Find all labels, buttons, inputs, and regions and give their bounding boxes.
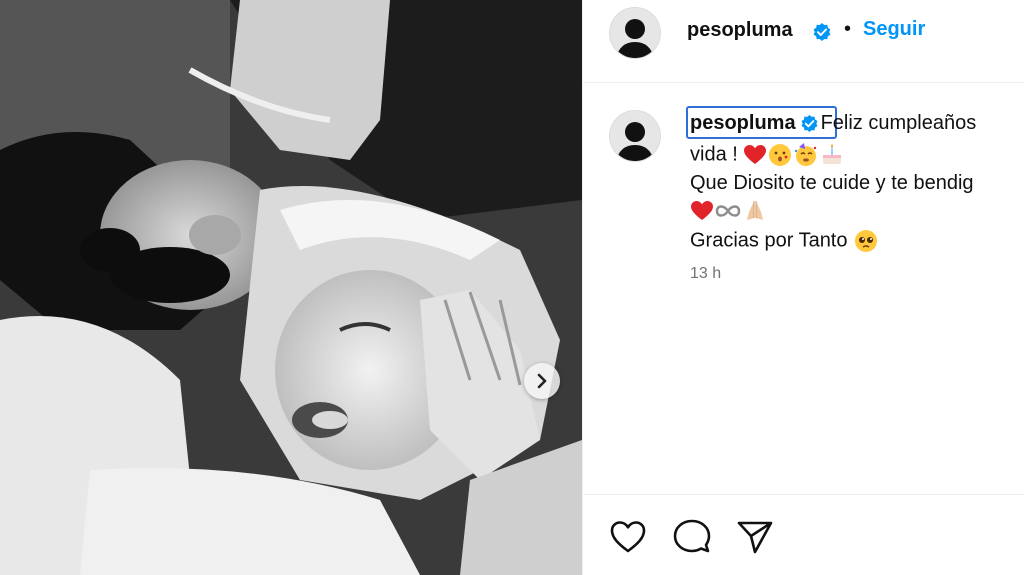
- folded-hands-icon: [747, 201, 763, 220]
- like-button[interactable]: [609, 518, 647, 556]
- avatar-silhouette-icon: [610, 8, 660, 58]
- birthday-cake-icon: [823, 144, 842, 164]
- post-details-panel: pesopluma • Seguir pesopluma Feliz cumpl…: [582, 0, 1024, 575]
- comment-bubble-icon: [673, 519, 711, 553]
- caption-text-2: vida !: [690, 143, 738, 166]
- post-image[interactable]: [0, 0, 582, 575]
- share-button[interactable]: [736, 518, 774, 556]
- verified-badge-icon: [801, 115, 818, 133]
- caption-text-5: Gracias por Tanto: [690, 229, 848, 252]
- author-avatar[interactable]: [609, 7, 661, 59]
- partying-face-icon: [795, 143, 817, 166]
- chevron-right-icon: [537, 373, 547, 389]
- post-header: pesopluma • Seguir: [583, 0, 1024, 83]
- caption-avatar[interactable]: [609, 110, 661, 162]
- author-username[interactable]: pesopluma: [687, 19, 793, 42]
- post-timestamp[interactable]: 13 h: [690, 265, 721, 283]
- infinity-icon: [715, 205, 741, 217]
- paper-plane-icon: [737, 521, 773, 554]
- photo-grayscale: [0, 0, 582, 575]
- actions-divider: [583, 494, 1024, 495]
- kissing-face-icon: [769, 144, 792, 166]
- red-heart-icon: [744, 145, 767, 164]
- caption-line-1: pesopluma Feliz cumpleaños: [690, 112, 976, 135]
- heart-outline-icon: [610, 521, 646, 553]
- red-heart-icon: [691, 201, 713, 220]
- caption-line-2: vida !: [690, 142, 845, 168]
- next-media-button[interactable]: [524, 363, 560, 399]
- avatar-silhouette-icon: [610, 111, 660, 161]
- caption-username[interactable]: pesopluma: [690, 112, 796, 134]
- comment-button[interactable]: [673, 518, 711, 556]
- caption-line-4: [690, 198, 768, 224]
- verified-badge-icon: [813, 23, 831, 41]
- caption-text-1: Feliz cumpleaños: [820, 112, 977, 134]
- caption-line-5: Gracias por Tanto: [690, 228, 879, 254]
- pleading-face-icon: [855, 230, 878, 252]
- separator-dot: •: [844, 18, 852, 40]
- follow-button[interactable]: Seguir: [863, 18, 925, 41]
- caption-line-3: Que Diosito te cuide y te bendig: [690, 172, 974, 194]
